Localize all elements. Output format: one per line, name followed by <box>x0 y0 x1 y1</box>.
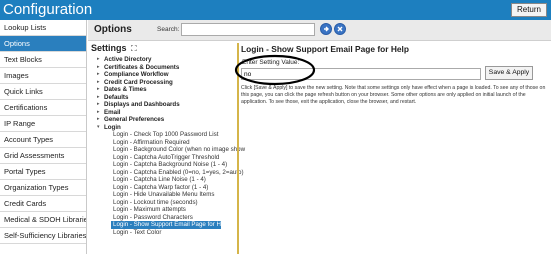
return-button[interactable]: Return <box>510 3 547 17</box>
sidebar-item-organization-types[interactable]: Organization Types <box>0 180 86 196</box>
save-apply-button[interactable]: Save & Apply <box>485 66 533 80</box>
help-text: Click [Save & Apply] to save the new set… <box>241 85 546 105</box>
tree-leaf[interactable]: Login - Show Support Email Page for Help <box>111 221 229 229</box>
tree-leaf[interactable]: Login - Lockout time (seconds) <box>101 199 235 207</box>
left-nav: Lookup Lists Options Text Blocks Images Quic… <box>0 20 87 254</box>
tree-item-label: General Preferences <box>104 116 165 123</box>
tree-item-label: Login - Affirmation Required <box>113 138 190 146</box>
search-input[interactable] <box>181 23 315 36</box>
tree-folder[interactable]: ▸ Displays and Dashboards <box>97 101 235 109</box>
tree-item-label: Login - Lockout time (seconds) <box>113 198 198 206</box>
detail-title: Login - Show Support Email Page for Help <box>241 44 409 54</box>
sidebar-item-self-sufficiency-libraries[interactable]: Self-Sufficiency Libraries <box>0 228 86 244</box>
sidebar-item-options[interactable]: Options <box>0 36 86 52</box>
sidebar-item-portal-types[interactable]: Portal Types <box>0 164 86 180</box>
tree-leaf[interactable]: Login - Affirmation Required <box>101 139 235 147</box>
tree-item-label: Login - Captcha AutoTrigger Threshold <box>113 153 220 161</box>
tree-folder[interactable]: ▾ Login <box>97 123 235 132</box>
tree-folder[interactable]: ▸ Active Directory <box>97 56 235 64</box>
tree-item-label: Defaults <box>104 93 129 101</box>
tree-leaf[interactable]: Login - Captcha AutoTrigger Threshold <box>101 154 235 162</box>
tree-item-label: Login - Password Characters <box>113 213 193 221</box>
expand-arrow-icon[interactable]: ▸ <box>97 101 100 109</box>
tree-item-label: Active Directory <box>104 56 152 63</box>
tree-leaf[interactable]: Login - Maximum attempts <box>101 206 235 214</box>
expand-arrow-icon[interactable]: ▸ <box>97 71 100 79</box>
tree-folder[interactable]: ▸ Dates & Times <box>97 86 235 94</box>
expand-arrow-icon[interactable]: ▸ <box>97 86 100 94</box>
tree-item-label: Certificates & Documents <box>104 63 180 71</box>
tree-item-label: Login - Show Support Email Page for Help <box>113 221 230 228</box>
expand-arrow-icon[interactable]: ▸ <box>97 109 100 117</box>
sidebar-item-account-types[interactable]: Account Types <box>0 132 86 148</box>
expand-arrow-icon[interactable]: ▸ <box>97 79 100 87</box>
tree-item-label: Login - Captcha Line Noise (1 - 4) <box>113 176 206 183</box>
expand-arrow-icon[interactable]: ▸ <box>97 56 100 64</box>
tree-leaf[interactable]: Login - Captcha Line Noise (1 - 4) <box>101 176 235 184</box>
tree-leaf[interactable]: Login - Captcha Background Noise (1 - 4) <box>101 161 235 169</box>
collapse-arrow-icon[interactable]: ▾ <box>97 124 100 132</box>
tree-item-label: Login - Maximum attempts <box>113 206 186 213</box>
settings-tree: ▸ Active Directory ▸ Certificates & Documen… <box>97 56 245 237</box>
tree-folder[interactable]: ▸ General Preferences <box>97 116 235 124</box>
sidebar-item-ip-range[interactable]: IP Range <box>0 116 86 132</box>
tree-item-label: Login - Hide Unavailable Menu Items <box>113 191 215 198</box>
title-bar: Configuration Return <box>0 0 551 20</box>
tree-folder[interactable]: ▸ Email <box>97 108 235 117</box>
tree-item-label: Login - Captcha Warp factor (1 - 4) <box>113 183 209 191</box>
tree-leaf[interactable]: Login - Captcha Warp factor (1 - 4) <box>101 184 235 192</box>
options-toolbar: Options Search: <box>88 20 551 41</box>
tree-folder[interactable]: ▸ Certificates & Documents <box>97 63 235 72</box>
settings-title: Settings <box>91 43 127 53</box>
search-icon-glyph <box>324 26 329 32</box>
sidebar-item-certifications[interactable]: Certifications <box>0 100 86 116</box>
tree-folder[interactable]: ▸ Credit Card Processing <box>97 78 235 87</box>
tree-leaf[interactable]: Login - Captcha Enabled (0=no, 1=yes, 2=… <box>101 169 244 177</box>
tree-item-label: Login - Background Color (when no image … <box>113 146 246 153</box>
tree-item-label: Login - Captcha Enabled (0=no, 1=yes, 2=… <box>113 168 244 176</box>
tree-item-label: Login - Text Color <box>113 228 162 236</box>
tree-leaf[interactable]: Login - Hide Unavailable Menu Items <box>101 191 235 199</box>
sidebar-item-credit-cards[interactable]: Credit Cards <box>0 196 86 212</box>
sidebar-item-lookup-lists[interactable]: Lookup Lists <box>0 20 86 36</box>
tree-item-label: Login <box>104 123 121 131</box>
tree-leaf[interactable]: Login - Text Color <box>101 229 235 237</box>
sidebar-item-quick-links[interactable]: Quick Links <box>0 84 86 100</box>
tree-leaf[interactable]: Login - Password Characters <box>101 214 235 222</box>
app-title: Configuration <box>3 1 93 18</box>
sidebar-item-medical-sdoh-libraries[interactable]: Medical & SDOH Libraries <box>0 212 86 228</box>
sidebar-item-grid-assessments[interactable]: Grid Assessments <box>0 148 86 164</box>
clear-icon-glyph <box>337 26 343 32</box>
sidebar-item-text-blocks[interactable]: Text Blocks <box>0 52 86 68</box>
tree-item-label: Login - Captcha Background Noise (1 - 4) <box>113 161 228 168</box>
tree-item-label: Login - Check Top 1000 Password List <box>113 131 219 138</box>
tree-item-label: Displays and Dashboards <box>104 101 180 108</box>
search-icon[interactable] <box>320 23 332 35</box>
expand-arrow-icon[interactable]: ▸ <box>97 64 100 72</box>
search-label: Search: <box>157 26 180 33</box>
tree-folder[interactable]: ▸ Compliance Workflow <box>97 71 235 79</box>
tree-item-label: Dates & Times <box>104 86 147 93</box>
expand-arrow-icon[interactable]: ▸ <box>97 94 100 102</box>
sidebar-item-images[interactable]: Images <box>0 68 86 84</box>
expand-arrow-icon[interactable]: ▸ <box>97 116 100 124</box>
tree-leaf[interactable]: Login - Check Top 1000 Password List <box>101 131 235 139</box>
tree-item-label: Credit Card Processing <box>104 78 173 86</box>
tree-leaf[interactable]: Login - Background Color (when no image … <box>101 146 245 154</box>
options-title: Options <box>94 24 132 35</box>
expand-icon[interactable]: ⛶ <box>131 44 137 53</box>
tree-item-label: Email <box>104 108 121 116</box>
tree-item-label: Compliance Workflow <box>104 71 169 78</box>
clear-icon[interactable] <box>334 23 346 35</box>
tree-folder[interactable]: ▸ Defaults <box>97 93 235 102</box>
highlight-ellipse <box>234 54 316 86</box>
settings-heading: Settings ⛶ <box>91 43 137 54</box>
